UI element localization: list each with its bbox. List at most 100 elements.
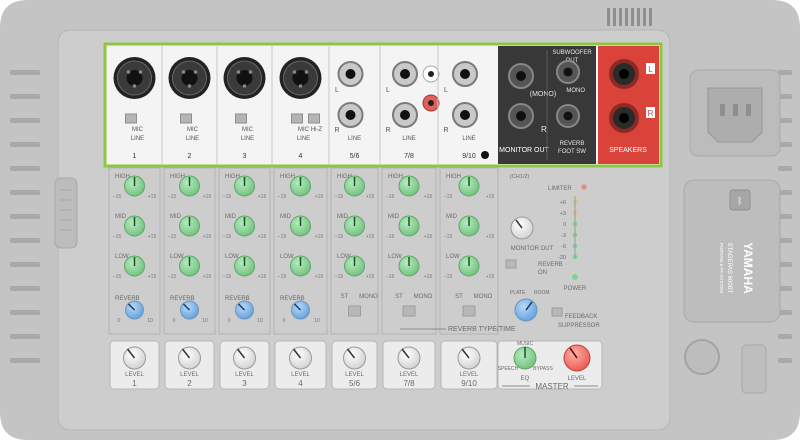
eq-mid-knob-4[interactable] (290, 215, 311, 237)
line-jack-r-5/6[interactable] (337, 102, 364, 128)
line-jack-l-7/8[interactable] (392, 61, 418, 87)
eq-high-knob-4[interactable] (290, 175, 311, 197)
subwoofer-jack[interactable] (556, 60, 580, 84)
eq-low-knob-1[interactable] (124, 255, 145, 277)
eq-high-knob-7/8[interactable] (398, 175, 420, 197)
level-knob-2[interactable] (178, 346, 201, 370)
level-text: LEVEL (125, 372, 144, 378)
xlr-combo-jack-1[interactable] (113, 57, 156, 99)
eq-high-knob-9/10[interactable] (458, 175, 480, 197)
line-jack-l-5/6[interactable] (337, 61, 364, 87)
brand-model: STAGEPAS 600BT (726, 243, 732, 294)
level-channel-3: 3 (242, 379, 247, 388)
level-knob-1[interactable] (123, 346, 146, 370)
hi-z-switch[interactable] (308, 113, 320, 124)
eq-mid-knob-9/10[interactable] (458, 215, 480, 237)
mic-line-switch-4[interactable] (291, 113, 303, 124)
mic-line-switch-1[interactable] (125, 113, 137, 124)
eq-low-knob-5/6[interactable] (344, 255, 365, 277)
side-handle (54, 177, 78, 249)
reverb-min-label: 0 (118, 318, 121, 324)
st-mono-switch-7/8[interactable] (402, 305, 416, 317)
level-knob-7/8[interactable] (397, 346, 421, 370)
rca-jack-l[interactable] (422, 65, 440, 83)
reverb-max-label: 10 (202, 318, 208, 324)
reverb-type-knob[interactable] (514, 298, 538, 322)
eq-low-knob-7/8[interactable] (398, 255, 420, 277)
limiter-label: LIMITER (548, 186, 572, 192)
side-connector (741, 344, 767, 394)
reverb-knob-4[interactable] (291, 300, 310, 320)
power-switch[interactable] (684, 339, 720, 375)
eq-min-label: −15 (386, 234, 395, 240)
line-label: LINE (297, 136, 310, 142)
eq-max-label: +15 (148, 234, 157, 240)
speaker-jack-l[interactable] (609, 59, 639, 89)
level-knob-3[interactable] (233, 346, 256, 370)
rca-jack-r[interactable] (422, 94, 440, 112)
plate-label: PLATE (510, 290, 526, 296)
level-channel-7/8: 7/8 (403, 379, 415, 388)
eq-min-label: −15 (386, 274, 395, 280)
reverb-on-button[interactable] (505, 259, 517, 269)
vent-slot (10, 190, 40, 195)
eq-low-knob-2[interactable] (179, 255, 200, 277)
eq-min-label: −15 (444, 194, 453, 200)
speaker-l-label: L (648, 65, 653, 74)
monitor-out-knob[interactable] (510, 216, 534, 240)
master-level-knob[interactable] (563, 344, 591, 372)
xlr-combo-jack-2[interactable] (168, 57, 211, 99)
mic-line-switch-2[interactable] (180, 113, 192, 124)
reverb-knob-3[interactable] (235, 300, 254, 320)
eq-mid-knob-2[interactable] (179, 215, 200, 237)
reverb-knob-1[interactable] (125, 300, 144, 320)
monitor-out-label: MONITOR OUT (499, 147, 549, 154)
eq-max-label: +15 (424, 274, 433, 280)
line-jack-r-7/8[interactable] (392, 102, 418, 128)
vent-slot (631, 8, 634, 26)
power-led (572, 274, 578, 280)
level-channel-2: 2 (187, 379, 192, 388)
vent-slot (778, 70, 792, 75)
eq-mid-knob-1[interactable] (124, 215, 145, 237)
meter-label: +3 (560, 211, 566, 217)
mini-jack[interactable] (481, 151, 489, 159)
xlr-combo-jack-3[interactable] (223, 57, 266, 99)
eq-high-knob-1[interactable] (124, 175, 145, 197)
meter-label: -20 (558, 255, 566, 261)
eq-low-knob-4[interactable] (290, 255, 311, 277)
eq-min-label: −15 (335, 274, 344, 280)
level-knob-9/10[interactable] (457, 346, 481, 370)
eq-high-knob-5/6[interactable] (344, 175, 365, 197)
vent-slot (10, 262, 40, 267)
reverb-foot-sw-jack[interactable] (556, 104, 580, 128)
eq-mid-knob-7/8[interactable] (398, 215, 420, 237)
level-text: LEVEL (345, 372, 364, 378)
st-mono-switch-5/6[interactable] (348, 305, 361, 317)
eq-max-label: +15 (366, 234, 375, 240)
st-mono-switch-9/10[interactable] (462, 305, 476, 317)
eq-mid-knob-5/6[interactable] (344, 215, 365, 237)
eq-mid-knob-3[interactable] (234, 215, 255, 237)
monitor-out-jack-r[interactable] (508, 103, 534, 129)
level-knob-5/6[interactable] (343, 346, 366, 370)
line-jack-l-9/10[interactable] (452, 61, 478, 87)
eq-low-knob-3[interactable] (234, 255, 255, 277)
eq-high-knob-3[interactable] (234, 175, 255, 197)
reverb-knob-2[interactable] (180, 300, 199, 320)
eq-low-label: LOW (280, 254, 294, 260)
vent-slot (625, 8, 628, 26)
feedback-suppressor-button[interactable] (551, 307, 563, 317)
mic-line-switch-3[interactable] (235, 113, 247, 124)
mic-label: MIC (187, 127, 199, 133)
eq-high-knob-2[interactable] (179, 175, 200, 197)
eq-min-label: −15 (223, 274, 232, 280)
speaker-jack-r[interactable] (609, 103, 639, 133)
level-knob-4[interactable] (289, 346, 312, 370)
monitor-out-jack-l[interactable] (508, 63, 534, 89)
vent-slot (10, 238, 40, 243)
line-jack-r-9/10[interactable] (452, 102, 478, 128)
xlr-combo-jack-4[interactable] (279, 57, 322, 99)
jack-l-label: L (386, 87, 390, 94)
eq-low-knob-9/10[interactable] (458, 255, 480, 277)
